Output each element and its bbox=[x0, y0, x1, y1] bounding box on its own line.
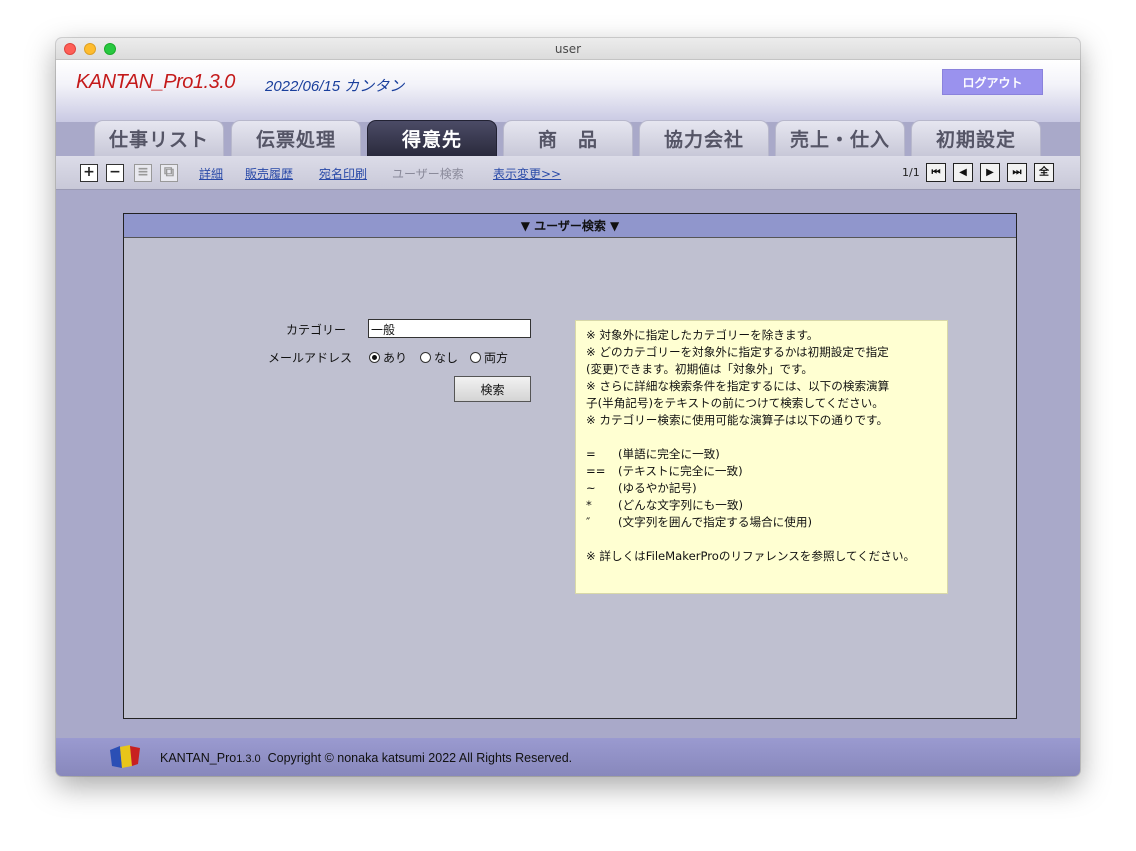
app-date: 2022/06/15 カンタン bbox=[265, 78, 405, 95]
next-record-button[interactable]: ▶ bbox=[980, 163, 1000, 182]
mail-radio-no[interactable]: なし bbox=[420, 349, 458, 366]
note-line: ※ さらに詳細な検索条件を指定するには、以下の検索演算 bbox=[586, 379, 890, 393]
radio-unselected-icon bbox=[420, 352, 431, 363]
app-title: KANTAN_Pro1.3.0 bbox=[76, 71, 235, 93]
mail-radio-yes[interactable]: あり bbox=[369, 349, 407, 366]
operator-symbol: ″ bbox=[586, 515, 591, 529]
footer-copyright: KANTAN_Pro1.3.0 Copyright © nonaka katsu… bbox=[160, 751, 572, 765]
window-titlebar: user bbox=[56, 38, 1080, 60]
radio-selected-icon bbox=[369, 352, 380, 363]
show-all-button[interactable]: 全 bbox=[1034, 163, 1054, 182]
tab-products[interactable]: 商 品 bbox=[503, 120, 633, 156]
link-change-view[interactable]: 表示変更>> bbox=[493, 165, 561, 182]
tab-initial-settings[interactable]: 初期設定 bbox=[911, 120, 1041, 156]
operator-symbol: = bbox=[586, 447, 596, 461]
link-sales-history[interactable]: 販売履歴 bbox=[245, 165, 293, 182]
main-tabs: 仕事リスト 伝票処理 得意先 商 品 協力会社 売上・仕入 初期設定 bbox=[56, 120, 1080, 156]
window-title: user bbox=[554, 42, 582, 56]
mail-address-label: メールアドレス bbox=[267, 351, 352, 365]
operator-desc: (文字列を囲んで指定する場合に使用) bbox=[618, 515, 812, 529]
tab-job-list[interactable]: 仕事リスト bbox=[94, 120, 224, 156]
operator-row: * (どんな文字列にも一致) bbox=[586, 497, 937, 514]
previous-record-button[interactable]: ◀ bbox=[953, 163, 973, 182]
record-toolbar: + − ≡ ⧉ 詳細 販売履歴 宛名印刷 ユーザー検索 表示変更>> 1/1 ⏮… bbox=[56, 156, 1080, 190]
tab-partners[interactable]: 協力会社 bbox=[639, 120, 769, 156]
operator-symbol: * bbox=[586, 498, 592, 512]
first-record-button[interactable]: ⏮ bbox=[926, 163, 946, 182]
app-window: user KANTAN_Pro1.3.0 2022/06/15 カンタン ログア… bbox=[56, 38, 1080, 776]
list-view-icon[interactable]: ≡ bbox=[134, 164, 152, 182]
category-label: カテゴリー bbox=[285, 323, 346, 337]
radio-unselected-icon bbox=[470, 352, 481, 363]
note-line: ※ カテゴリー検索に使用可能な演算子は以下の通りです。 bbox=[586, 413, 889, 427]
record-counter: 1/1 bbox=[902, 166, 920, 179]
operator-desc: (テキストに完全に一致) bbox=[618, 464, 743, 478]
footer-copyright-text: Copyright © nonaka katsumi 2022 All Righ… bbox=[267, 751, 573, 765]
operator-row: ~ (ゆるやか記号) bbox=[586, 480, 937, 497]
footer-version: 1.3.0 bbox=[236, 753, 261, 765]
add-record-button[interactable]: + bbox=[80, 164, 98, 182]
kantan-logo-icon bbox=[110, 745, 140, 768]
search-button[interactable]: 検索 bbox=[454, 376, 531, 402]
mail-radio-no-label: なし bbox=[434, 351, 459, 365]
note-line: ※ 対象外に指定したカテゴリーを除きます。 bbox=[586, 328, 819, 342]
operator-row: = (単語に完全に一致) bbox=[586, 446, 937, 463]
operator-symbol: == bbox=[586, 464, 606, 478]
mail-radio-both-label: 両方 bbox=[484, 351, 509, 365]
footer-brand: KANTAN_Pro bbox=[160, 751, 237, 765]
link-details[interactable]: 詳細 bbox=[199, 165, 223, 182]
tab-customers[interactable]: 得意先 bbox=[367, 120, 497, 156]
tab-sales-purchases[interactable]: 売上・仕入 bbox=[775, 120, 905, 156]
search-help-note: ※ 対象外に指定したカテゴリーを除きます。 ※ どのカテゴリーを対象外に指定する… bbox=[575, 320, 948, 594]
app-footer: KANTAN_Pro1.3.0 Copyright © nonaka katsu… bbox=[56, 738, 1080, 776]
operator-row: ″ (文字列を囲んで指定する場合に使用) bbox=[586, 514, 937, 531]
note-footer-line: ※ 詳しくはFileMakerProのリファレンスを参照してください。 bbox=[586, 549, 916, 563]
operator-desc: (ゆるやか記号) bbox=[618, 481, 697, 495]
delete-record-button[interactable]: − bbox=[106, 164, 124, 182]
last-record-button[interactable]: ⏭ bbox=[1007, 163, 1027, 182]
operator-symbol: ~ bbox=[586, 481, 596, 495]
mail-radio-both[interactable]: 両方 bbox=[470, 349, 508, 366]
user-search-panel: ▼ ユーザー検索 ▼ カテゴリー 一般 メールアドレス あり なし 両方 検索 … bbox=[123, 213, 1017, 719]
link-address-print[interactable]: 宛名印刷 bbox=[319, 165, 367, 182]
operator-row: == (テキストに完全に一致) bbox=[586, 463, 937, 480]
link-user-search: ユーザー検索 bbox=[392, 167, 464, 181]
mail-radio-yes-label: あり bbox=[383, 351, 408, 365]
logout-button[interactable]: ログアウト bbox=[942, 69, 1043, 95]
duplicate-record-icon[interactable]: ⧉ bbox=[160, 164, 178, 182]
operator-desc: (どんな文字列にも一致) bbox=[618, 498, 743, 512]
category-input[interactable]: 一般 bbox=[368, 319, 531, 338]
app-header: KANTAN_Pro1.3.0 2022/06/15 カンタン ログアウト bbox=[56, 60, 1080, 122]
panel-heading: ▼ ユーザー検索 ▼ bbox=[124, 214, 1016, 238]
note-line: (変更)できます。初期値は「対象外」です。 bbox=[586, 362, 814, 376]
operator-desc: (単語に完全に一致) bbox=[618, 447, 720, 461]
note-line: ※ どのカテゴリーを対象外に指定するかは初期設定で指定 bbox=[586, 345, 889, 359]
note-line: 子(半角記号)をテキストの前につけて検索してください。 bbox=[586, 396, 884, 410]
tab-slip-processing[interactable]: 伝票処理 bbox=[231, 120, 361, 156]
